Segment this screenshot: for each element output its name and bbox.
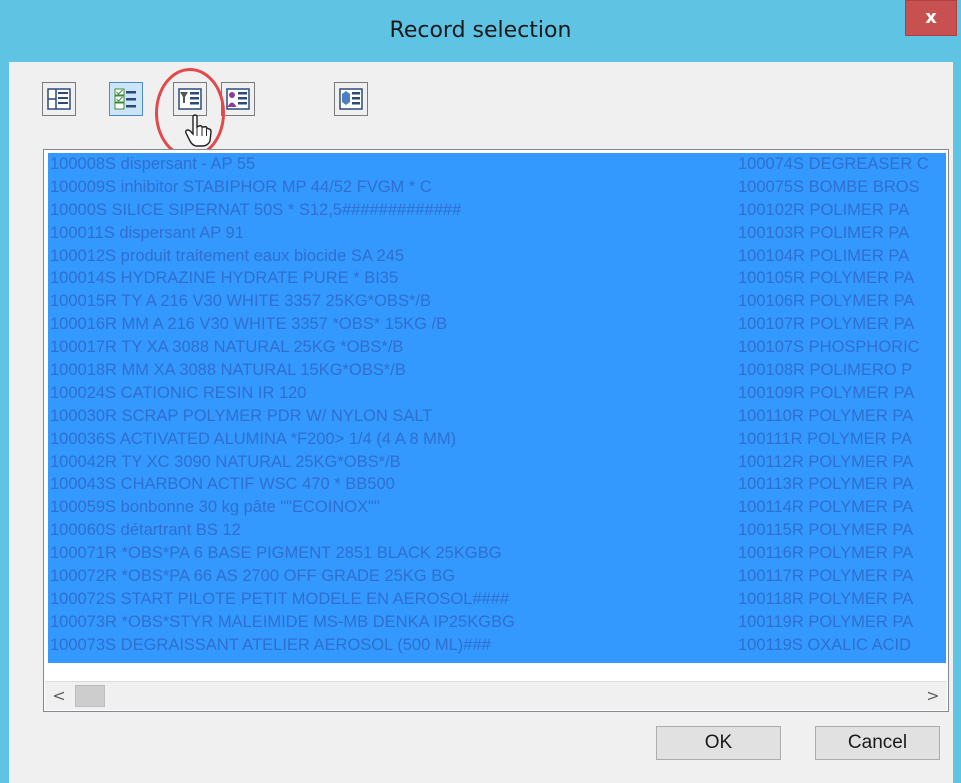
scroll-left-button[interactable]: < — [45, 682, 73, 710]
list-item[interactable]: 100043S CHARBON ACTIF WSC 470 * BB500 — [50, 473, 730, 496]
list-item[interactable]: 100036S ACTIVATED ALUMINA *F200> 1/4 (4 … — [50, 428, 730, 451]
layout-view-icon — [47, 88, 71, 110]
list-column-2: 100074S DEGREASER C 100075S BOMBE BROS 100… — [738, 153, 946, 657]
list-item[interactable]: 100119S OXALIC ACID — [738, 634, 946, 657]
list-item[interactable]: 100024S CATIONIC RESIN IR 120 — [50, 382, 730, 405]
list-item[interactable]: 10000S SILICE SIPERNAT 50S * S12,5######… — [50, 199, 730, 222]
list-item[interactable]: 100074S DEGREASER C — [738, 153, 946, 176]
list-item[interactable]: 100072R *OBS*PA 66 AS 2700 OFF GRADE 25K… — [50, 565, 730, 588]
list-item[interactable]: 100114R POLYMER PA — [738, 496, 946, 519]
list-item[interactable]: 100009S inhibitor STABIPHOR MP 44/52 FVG… — [50, 176, 730, 199]
list-item[interactable]: 100104R POLIMER PA — [738, 245, 946, 268]
window-title: Record selection — [389, 18, 572, 43]
list-item[interactable]: 100015R TY A 216 V30 WHITE 3357 25KG*OBS… — [50, 290, 730, 313]
list-item[interactable]: 100073S DEGRAISSANT ATELIER AEROSOL (500… — [50, 634, 730, 657]
list-item[interactable]: 100116R POLYMER PA — [738, 542, 946, 565]
close-button[interactable]: x — [905, 0, 957, 36]
list-item[interactable]: 100118R POLYMER PA — [738, 588, 946, 611]
list-item[interactable]: 100107R POLYMER PA — [738, 313, 946, 336]
list-item[interactable]: 100105R POLYMER PA — [738, 267, 946, 290]
list-item[interactable]: 100018R MM XA 3088 NATURAL 15KG*OBS*/B — [50, 359, 730, 382]
checklist-view-button[interactable] — [109, 82, 143, 116]
list-item[interactable]: 100109R POLYMER PA — [738, 382, 946, 405]
scrollbar-thumb[interactable] — [75, 685, 105, 707]
list-item[interactable]: 100112R POLYMER PA — [738, 451, 946, 474]
list-item[interactable]: 100071R *OBS*PA 6 BASE PIGMENT 2851 BLAC… — [50, 542, 730, 565]
list-item[interactable]: 100111R POLYMER PA — [738, 428, 946, 451]
record-selection-dialog: Record selection x 100008S dispersant - … — [0, 0, 961, 783]
checklist-view-icon — [114, 88, 136, 110]
list-item[interactable]: 100030R SCRAP POLYMER PDR W/ NYLON SALT — [50, 405, 730, 428]
horizontal-scrollbar[interactable]: < > — [45, 681, 947, 710]
list-item[interactable]: 100106R POLYMER PA — [738, 290, 946, 313]
list-item[interactable]: 100119R POLYMER PA — [738, 611, 946, 634]
list-item[interactable]: 100072S START PILOTE PETIT MODELE EN AER… — [50, 588, 730, 611]
list-column-1: 100008S dispersant - AP 55 100009S inhibi… — [50, 153, 730, 657]
cancel-button[interactable]: Cancel — [815, 726, 940, 760]
list-item[interactable]: 100110R POLYMER PA — [738, 405, 946, 428]
record-list[interactable]: 100008S dispersant - AP 55 100009S inhibi… — [43, 149, 949, 712]
list-item[interactable]: 100107S PHOSPHORIC — [738, 336, 946, 359]
list-item[interactable]: 100115R POLYMER PA — [738, 519, 946, 542]
list-item[interactable]: 100012S produit traitement eaux biocide … — [50, 245, 730, 268]
user-list-icon — [226, 88, 250, 110]
list-item[interactable]: 100060S détartrant BS 12 — [50, 519, 730, 542]
database-list-button[interactable] — [334, 82, 368, 116]
scroll-right-button[interactable]: > — [919, 682, 947, 710]
dialog-body: 100008S dispersant - AP 55 100009S inhibi… — [9, 62, 953, 783]
list-item[interactable]: 100102R POLIMER PA — [738, 199, 946, 222]
user-list-button[interactable] — [221, 82, 255, 116]
layout-view-button[interactable] — [42, 82, 76, 116]
list-item[interactable]: 100042R TY XC 3090 NATURAL 25KG*OBS*/B — [50, 451, 730, 474]
database-list-icon — [339, 88, 363, 110]
title-bar[interactable]: Record selection x — [0, 0, 961, 62]
list-item[interactable]: 100073R *OBS*STYR MALEIMIDE MS-MB DENKA … — [50, 611, 730, 634]
list-item[interactable]: 100011S dispersant AP 91 — [50, 222, 730, 245]
list-item[interactable]: 100016R MM A 216 V30 WHITE 3357 *OBS* 15… — [50, 313, 730, 336]
list-item[interactable]: 100103R POLIMER PA — [738, 222, 946, 245]
list-item[interactable]: 100008S dispersant - AP 55 — [50, 153, 730, 176]
list-item[interactable]: 100059S bonbonne 30 kg pâte ""ECOINOX"" — [50, 496, 730, 519]
list-item[interactable]: 100113R POLYMER PA — [738, 473, 946, 496]
list-item[interactable]: 100075S BOMBE BROS — [738, 176, 946, 199]
list-item[interactable]: 100017R TY XA 3088 NATURAL 25KG *OBS*/B — [50, 336, 730, 359]
list-item[interactable]: 100117R POLYMER PA — [738, 565, 946, 588]
list-item[interactable]: 100014S HYDRAZINE HYDRATE PURE * BI35 — [50, 267, 730, 290]
hand-cursor-icon — [185, 114, 212, 147]
ok-button[interactable]: OK — [656, 726, 781, 760]
list-item[interactable]: 100108R POLIMERO P — [738, 359, 946, 382]
